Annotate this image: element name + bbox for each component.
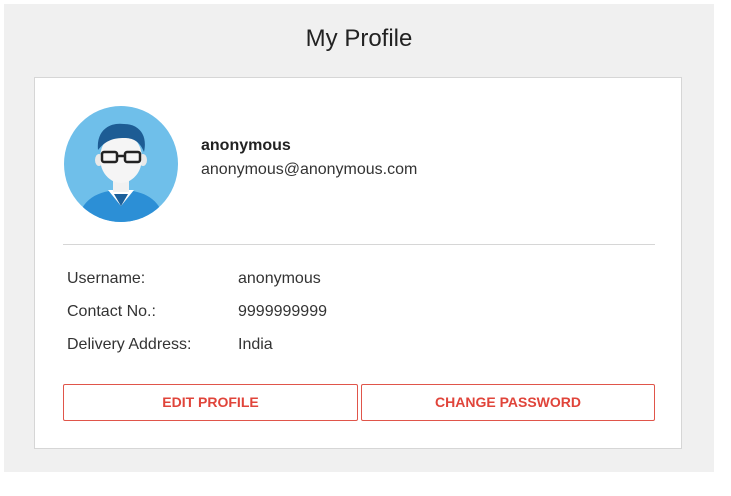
detail-row-contact: Contact No.: 9999999999	[67, 302, 647, 322]
profile-email: anonymous@anonymous.com	[201, 161, 418, 178]
detail-value: 9999999999	[238, 303, 327, 320]
detail-value: India	[238, 336, 273, 353]
change-password-button[interactable]: CHANGE PASSWORD	[361, 384, 655, 421]
detail-label: Username:	[67, 270, 146, 287]
edit-profile-button[interactable]: EDIT PROFILE	[63, 384, 358, 421]
page-title: My Profile	[305, 25, 413, 52]
divider	[63, 244, 655, 245]
detail-value: anonymous	[238, 270, 321, 287]
profile-name: anonymous	[201, 137, 291, 154]
detail-row-address: Delivery Address: India	[67, 335, 647, 355]
user-avatar-icon	[64, 106, 178, 222]
profile-card: anonymous anonymous@anonymous.com Userna…	[34, 77, 682, 449]
detail-label: Contact No.:	[67, 303, 156, 320]
detail-label: Delivery Address:	[67, 336, 192, 353]
detail-row-username: Username: anonymous	[67, 269, 647, 289]
